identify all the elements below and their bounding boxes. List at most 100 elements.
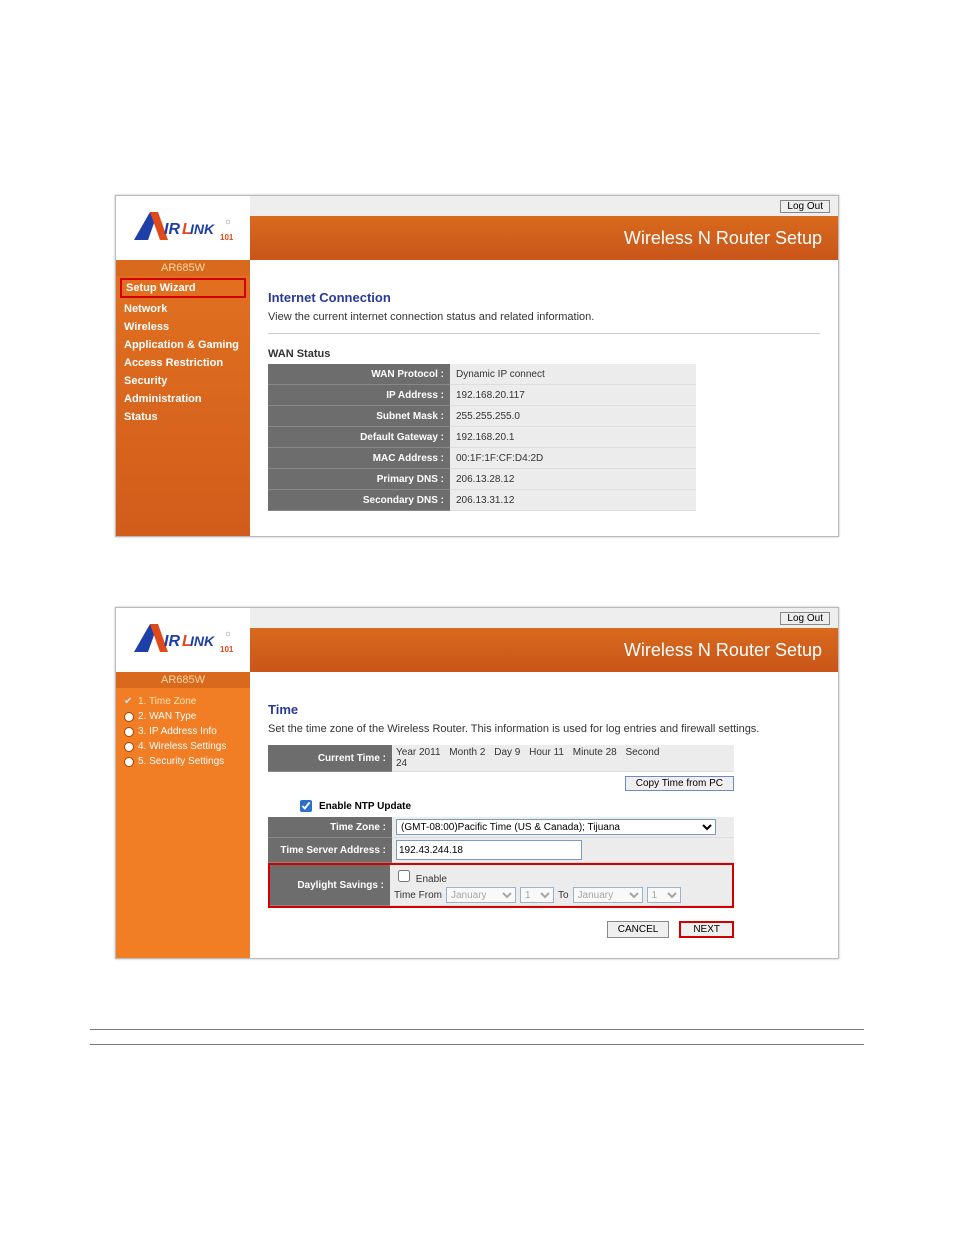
router-screen-status: IR L INK 101 Log Out Wireless N Router S… (115, 195, 839, 537)
status-value: Dynamic IP connect (450, 364, 696, 385)
status-value: 206.13.31.12 (450, 490, 696, 511)
ds-from-day-select[interactable]: 1 (520, 887, 554, 903)
content-pane: Internet Connection View the current int… (250, 276, 838, 536)
enable-ntp-label: Enable NTP Update (319, 801, 411, 812)
copy-time-button[interactable]: Copy Time from PC (625, 776, 734, 791)
wizard-step-3[interactable]: 3. IP Address Info (116, 724, 250, 739)
val-day: 9 (515, 747, 521, 758)
table-row: MAC Address :00:1F:1F:CF:D4:2D (268, 448, 696, 469)
timezone-select[interactable]: (GMT-08:00)Pacific Time (US & Canada); T… (396, 819, 716, 835)
brand-logo: IR L INK 101 (116, 608, 250, 672)
ntp-toggle-row: Enable NTP Update (296, 797, 820, 815)
model-label: AR685W (116, 260, 250, 276)
logout-button[interactable]: Log Out (780, 200, 830, 213)
page-description: Set the time zone of the Wireless Router… (268, 723, 820, 735)
banner: IR L INK 101 Log Out Wireless N Router S… (116, 608, 838, 672)
banner: IR L INK 101 Log Out Wireless N Router S… (116, 196, 838, 260)
section-title: WAN Status (268, 348, 820, 360)
lbl-day: Day (494, 747, 512, 758)
time-server-input[interactable] (396, 840, 582, 860)
brand-logo: IR L INK 101 (116, 196, 250, 260)
lbl-second: Second (625, 747, 659, 758)
lbl-minute: Minute (573, 747, 603, 758)
row-timezone: Time Zone : (GMT-08:00)Pacific Time (US … (268, 817, 734, 838)
router-screen-wizard: IR L INK 101 Log Out Wireless N Router S… (115, 607, 839, 959)
page-description: View the current internet connection sta… (268, 311, 820, 323)
status-label: IP Address : (268, 385, 450, 406)
status-value: 00:1F:1F:CF:D4:2D (450, 448, 696, 469)
lbl-month: Month (449, 747, 477, 758)
page-title: Internet Connection (268, 290, 820, 305)
dot-icon (124, 742, 134, 752)
svg-text:INK: INK (190, 221, 215, 237)
wizard-step-1[interactable]: ✔ 1. Time Zone (116, 694, 250, 709)
daylight-enable-checkbox[interactable] (398, 870, 410, 882)
dot-icon (124, 712, 134, 722)
row-daylight: Daylight Savings : Enable Time From Janu… (270, 865, 732, 906)
time-form-2: Time Zone : (GMT-08:00)Pacific Time (US … (268, 817, 734, 863)
wizard-step-label: 5. Security Settings (138, 756, 224, 767)
enable-ntp-checkbox[interactable] (300, 800, 312, 812)
ds-to-month-select[interactable]: January (573, 887, 643, 903)
daylight-enable-label: Enable (416, 874, 447, 885)
val-second: 24 (396, 758, 407, 769)
next-button[interactable]: NEXT (679, 921, 734, 938)
nav-access-restriction[interactable]: Access Restriction (116, 354, 250, 372)
logout-button[interactable]: Log Out (780, 612, 830, 625)
wizard-step-label: 4. Wireless Settings (138, 741, 226, 752)
table-row: Subnet Mask :255.255.255.0 (268, 406, 696, 427)
banner-title: Wireless N Router Setup (250, 628, 838, 672)
table-row: Default Gateway :192.168.20.1 (268, 427, 696, 448)
nav-status[interactable]: Status (116, 408, 250, 426)
nav-security[interactable]: Security (116, 372, 250, 390)
content-pane: Time Set the time zone of the Wireless R… (250, 688, 838, 958)
ds-from-month-select[interactable]: January (446, 887, 516, 903)
daylight-row-highlight: Daylight Savings : Enable Time From Janu… (268, 863, 734, 908)
lbl-year: Year (396, 747, 416, 758)
value-current-time: Year 2011 Month 2 Day 9 Hour 11 Minute 2… (392, 745, 734, 772)
model-label: AR685W (116, 672, 250, 688)
wizard-step-2[interactable]: 2. WAN Type (116, 709, 250, 724)
banner-title: Wireless N Router Setup (250, 216, 838, 260)
nav-wireless[interactable]: Wireless (116, 318, 250, 336)
status-value: 192.168.20.1 (450, 427, 696, 448)
dot-icon (124, 757, 134, 767)
status-label: Secondary DNS : (268, 490, 450, 511)
cancel-button[interactable]: CANCEL (607, 921, 670, 938)
wan-status-table: WAN Protocol :Dynamic IP connectIP Addre… (268, 364, 696, 511)
nav-setup-wizard[interactable]: Setup Wizard (120, 278, 246, 298)
val-year: 2011 (419, 747, 441, 758)
status-label: WAN Protocol : (268, 364, 450, 385)
nav-app-gaming[interactable]: Application & Gaming (116, 336, 250, 354)
page-title: Time (268, 702, 820, 717)
val-month: 2 (480, 747, 486, 758)
sidebar-nav: Setup Wizard Network Wireless Applicatio… (116, 276, 250, 536)
svg-text:IR: IR (164, 221, 180, 238)
label-current-time: Current Time : (268, 745, 392, 772)
table-row: IP Address :192.168.20.117 (268, 385, 696, 406)
label-time-server: Time Server Address : (268, 838, 392, 863)
wizard-step-4[interactable]: 4. Wireless Settings (116, 739, 250, 754)
svg-text:101: 101 (220, 233, 234, 242)
lbl-hour: Hour (529, 747, 551, 758)
nav-network[interactable]: Network (116, 300, 250, 318)
nav-administration[interactable]: Administration (116, 390, 250, 408)
wizard-step-label: 3. IP Address Info (138, 726, 217, 737)
svg-text:101: 101 (220, 645, 234, 654)
table-row: Secondary DNS :206.13.31.12 (268, 490, 696, 511)
wizard-button-row: CANCEL NEXT (268, 921, 734, 938)
wizard-step-label: 2. WAN Type (138, 711, 196, 722)
status-label: Default Gateway : (268, 427, 450, 448)
wizard-step-5[interactable]: 5. Security Settings (116, 754, 250, 769)
status-label: Subnet Mask : (268, 406, 450, 427)
status-value: 206.13.28.12 (450, 469, 696, 490)
status-label: Primary DNS : (268, 469, 450, 490)
ds-to-day-select[interactable]: 1 (647, 887, 681, 903)
row-time-server: Time Server Address : (268, 838, 734, 863)
wizard-step-label: 1. Time Zone (138, 696, 196, 707)
val-hour: 11 (554, 747, 564, 758)
table-row: WAN Protocol :Dynamic IP connect (268, 364, 696, 385)
status-value: 192.168.20.117 (450, 385, 696, 406)
divider (268, 333, 820, 334)
status-value: 255.255.255.0 (450, 406, 696, 427)
